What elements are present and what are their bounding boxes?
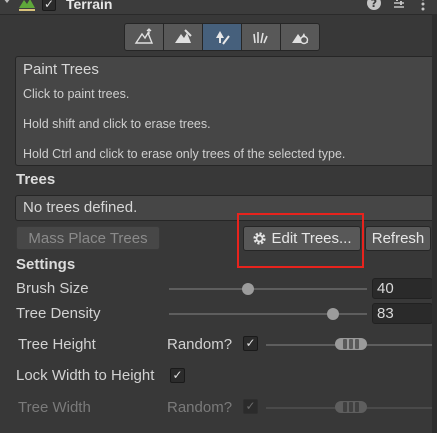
component-enabled-checkbox[interactable]: ✓ xyxy=(42,0,56,11)
tree-height-range-handle[interactable] xyxy=(335,338,367,350)
trees-section-title: Trees xyxy=(16,171,56,188)
tree-density-label: Tree Density xyxy=(16,305,101,322)
tree-width-label: Tree Width xyxy=(18,399,91,416)
settings-section-title: Settings xyxy=(16,256,76,273)
tree-list-box: No trees defined. xyxy=(15,195,435,221)
terrain-component-icon xyxy=(18,0,36,14)
lock-width-label: Lock Width to Height xyxy=(16,367,155,384)
component-title: Terrain xyxy=(66,0,113,12)
brush-size-slider-handle[interactable] xyxy=(242,283,255,295)
mass-place-trees-button[interactable]: Mass Place Trees xyxy=(16,226,160,250)
tree-height-random-checkbox[interactable]: ✓ xyxy=(243,336,258,351)
terrain-tool-bar xyxy=(124,23,320,51)
inspector-header: ✓ Terrain ? xyxy=(0,0,437,15)
tree-width-random-label: Random? xyxy=(167,399,233,416)
tree-height-random-label: Random? xyxy=(167,336,233,353)
tree-width-random-checkbox: ✓ xyxy=(243,399,258,414)
help-title: Paint Trees xyxy=(23,61,99,78)
brush-size-field[interactable]: 40 xyxy=(372,278,433,299)
paint-trees-tool-button[interactable] xyxy=(203,24,242,50)
no-trees-text: No trees defined. xyxy=(23,199,138,216)
brush-size-slider-track[interactable] xyxy=(169,288,367,290)
lock-width-checkbox[interactable]: ✓ xyxy=(170,368,185,383)
highlight-annotation-box xyxy=(237,213,364,268)
paint-trees-icon xyxy=(216,31,230,45)
paint-trees-help-box: Paint Trees Click to paint trees. Hold s… xyxy=(15,56,435,166)
tree-density-slider-handle[interactable] xyxy=(327,308,340,320)
paint-texture-icon xyxy=(175,29,192,43)
tree-density-field[interactable]: 83 xyxy=(372,303,433,324)
more-options-icon[interactable] xyxy=(419,0,427,14)
refresh-button[interactable]: Refresh xyxy=(365,226,431,251)
raise-lower-tool-button[interactable] xyxy=(125,24,164,50)
paint-details-icon xyxy=(253,32,268,44)
help-line-ctrl: Hold Ctrl and click to erase only trees … xyxy=(23,147,346,161)
paint-details-tool-button[interactable] xyxy=(242,24,281,50)
help-line-click: Click to paint trees. xyxy=(23,87,130,101)
help-icon[interactable]: ? xyxy=(366,0,382,14)
tree-height-label: Tree Height xyxy=(18,336,96,353)
brush-size-label: Brush Size xyxy=(16,280,89,297)
svg-text:?: ? xyxy=(371,0,377,10)
help-line-shift: Hold shift and click to erase trees. xyxy=(23,117,211,131)
tree-width-range-handle xyxy=(335,401,367,413)
foldout-arrow-icon[interactable] xyxy=(2,0,12,13)
raise-lower-terrain-icon xyxy=(134,28,154,44)
terrain-settings-icon xyxy=(292,33,309,45)
terrain-settings-tool-button[interactable] xyxy=(281,24,319,50)
paint-texture-tool-button[interactable] xyxy=(164,24,203,50)
scrollbar-gutter xyxy=(432,14,437,433)
preset-icon[interactable] xyxy=(391,0,407,14)
